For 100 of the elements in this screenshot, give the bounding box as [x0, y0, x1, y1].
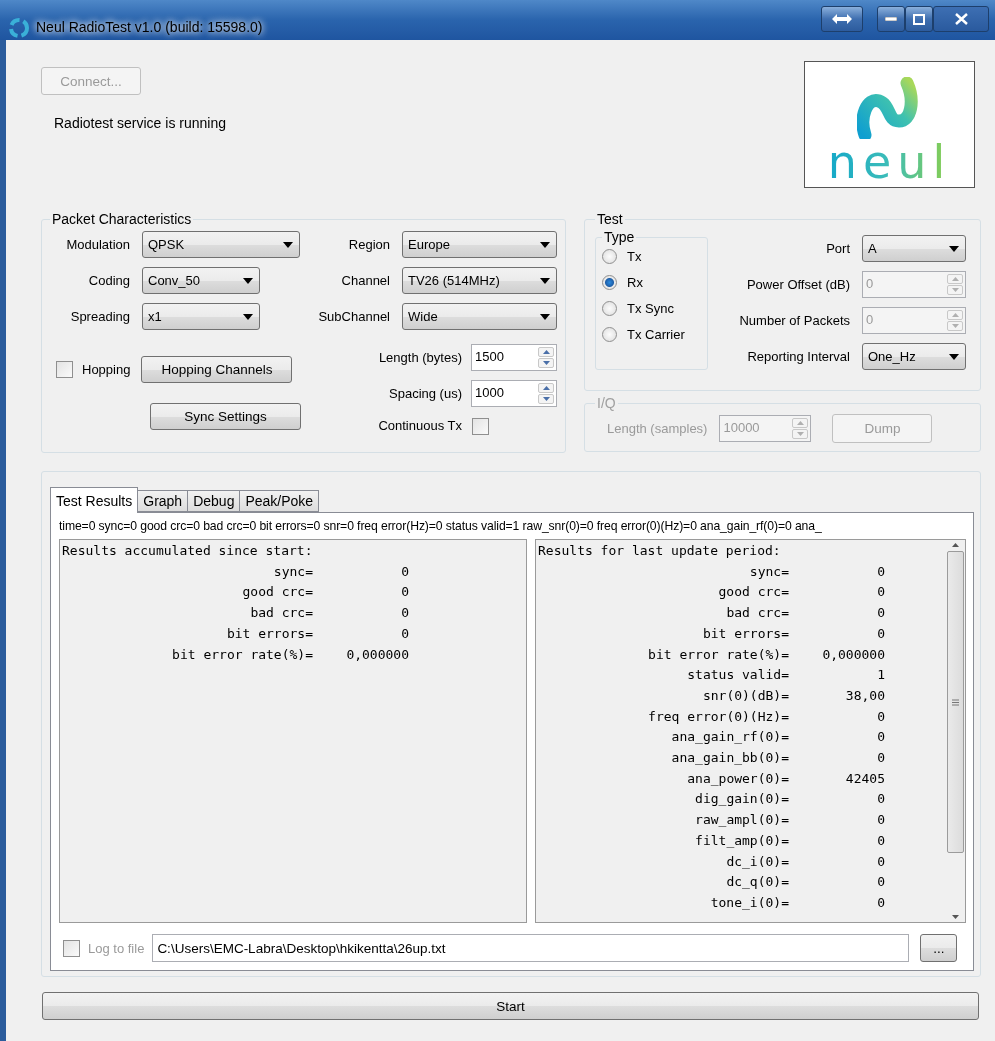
scrollbar[interactable]: [946, 540, 965, 922]
group-title: I/Q: [596, 395, 617, 411]
field-label: Spacing (us): [388, 386, 462, 401]
result-value: 0: [876, 624, 885, 643]
dropdown[interactable]: One_Hz: [862, 343, 966, 370]
result-label: bit errors=: [701, 624, 789, 643]
result-value: 0,000000: [821, 645, 885, 664]
result-label: ana_gain_bb(0)=: [670, 749, 789, 768]
result-value: 0: [400, 562, 409, 581]
result-label: snr(0)(dB)=: [701, 686, 789, 705]
result-label: ana_power(0)=: [686, 769, 789, 788]
result-value: 0: [876, 604, 885, 623]
status-text: Radiotest service is running: [54, 115, 226, 131]
field-label: Port: [825, 241, 850, 256]
checkbox[interactable]: [56, 361, 73, 378]
app-icon: [8, 17, 30, 39]
sync-settings-button[interactable]: Sync Settings: [150, 403, 301, 430]
result-value: 38,00: [844, 686, 885, 705]
result-value: 0: [400, 624, 409, 643]
down-arrow-icon: [796, 432, 804, 436]
field-label: Modulation: [65, 237, 130, 252]
radio-button[interactable]: [602, 249, 617, 264]
dropdown[interactable]: TV26 (514MHz): [402, 267, 557, 294]
checkbox-label: Hopping: [82, 362, 131, 377]
dropdown-arrow-icon: [283, 241, 293, 248]
up-arrow-icon: [952, 543, 959, 547]
group-title: Type: [603, 229, 636, 245]
group-title: Packet Characteristics: [51, 211, 193, 227]
result-value: 1: [876, 666, 885, 685]
double-arrow-icon: [832, 14, 852, 24]
result-value: 0: [876, 749, 885, 768]
result-label: good crc=: [241, 583, 313, 602]
close-button[interactable]: [933, 6, 989, 32]
result-label: bit error rate(%)=: [647, 645, 789, 664]
dropdown-arrow-icon: [949, 245, 959, 252]
field-label: Number of Packets: [738, 313, 850, 328]
radio-label: Rx: [627, 275, 643, 290]
result-label: tone_i(0)=: [709, 893, 789, 912]
dropdown[interactable]: Europe: [402, 231, 557, 258]
log-path-field[interactable]: C:\Users\EMC-Labra\Desktop\hkikentta\26up.txt: [152, 934, 910, 962]
result-value: 42405: [844, 769, 885, 788]
result-label: sync=: [748, 562, 789, 581]
radio-label: Tx Sync: [627, 301, 674, 316]
tab[interactable]: Graph: [137, 490, 189, 512]
down-arrow-icon: [542, 361, 550, 365]
dropdown-arrow-icon: [949, 353, 959, 360]
result-value: 0,000000: [345, 645, 409, 664]
maximize-button[interactable]: [905, 6, 933, 32]
spin-field[interactable]: 1000: [471, 380, 557, 407]
up-arrow-icon: [796, 421, 804, 425]
result-label: freq error(0)(Hz)=: [647, 707, 789, 726]
radio-button[interactable]: [602, 301, 617, 316]
radio-label: Tx: [627, 249, 642, 264]
tab[interactable]: Peak/Poke: [239, 490, 320, 512]
result-label: status valid=: [686, 666, 789, 685]
results-title: Results for last update period:: [538, 542, 782, 560]
up-arrow-icon: [542, 386, 550, 390]
start-button[interactable]: Start: [42, 992, 979, 1020]
radio-label: Tx Carrier: [627, 327, 685, 342]
dropdown[interactable]: x1: [142, 303, 260, 330]
radio-button[interactable]: [602, 327, 617, 342]
field-label: Length (samples): [607, 421, 708, 436]
dropdown[interactable]: Wide: [402, 303, 557, 330]
browse-button[interactable]: ...: [920, 934, 958, 962]
results-title: Results accumulated since start:: [62, 542, 314, 560]
result-value: 0: [400, 583, 409, 602]
tab[interactable]: Test Results: [50, 487, 139, 513]
resize-button[interactable]: [821, 6, 863, 32]
down-arrow-icon: [542, 397, 550, 401]
result-label: dc_i(0)=: [725, 852, 789, 871]
tab[interactable]: Debug: [187, 490, 241, 512]
spin-field[interactable]: 1500: [471, 344, 557, 371]
dropdown-arrow-icon: [540, 313, 550, 320]
field-label: Length (bytes): [377, 350, 462, 365]
checkbox[interactable]: [472, 418, 489, 435]
hopping-channels-button[interactable]: Hopping Channels: [141, 356, 293, 383]
field-label: Region: [347, 237, 390, 252]
radio-button[interactable]: [602, 275, 617, 290]
result-label: good crc=: [717, 583, 789, 602]
dropdown[interactable]: QPSK: [142, 231, 300, 258]
field-label: Channel: [340, 273, 390, 288]
close-icon: [954, 13, 968, 25]
checkbox[interactable]: [63, 939, 80, 957]
field-label: Coding: [87, 273, 130, 288]
field-label: Spreading: [69, 309, 130, 324]
result-label: filt_amp(0)=: [694, 831, 789, 850]
result-label: sync=: [272, 562, 313, 581]
dropdown[interactable]: Conv_50: [142, 267, 260, 294]
checkbox-label: Log to file: [88, 940, 145, 956]
field-label: Reporting Interval: [746, 349, 850, 364]
maximize-icon: [913, 13, 925, 25]
result-value: 0: [876, 873, 885, 892]
down-arrow-icon: [951, 324, 959, 328]
minimize-button[interactable]: [877, 6, 905, 32]
down-arrow-icon: [951, 288, 959, 292]
result-value: 0: [876, 707, 885, 726]
result-label: bad crc=: [725, 604, 789, 623]
dropdown[interactable]: A: [862, 235, 966, 262]
grip-icon: [952, 698, 959, 706]
up-arrow-icon: [951, 277, 959, 281]
